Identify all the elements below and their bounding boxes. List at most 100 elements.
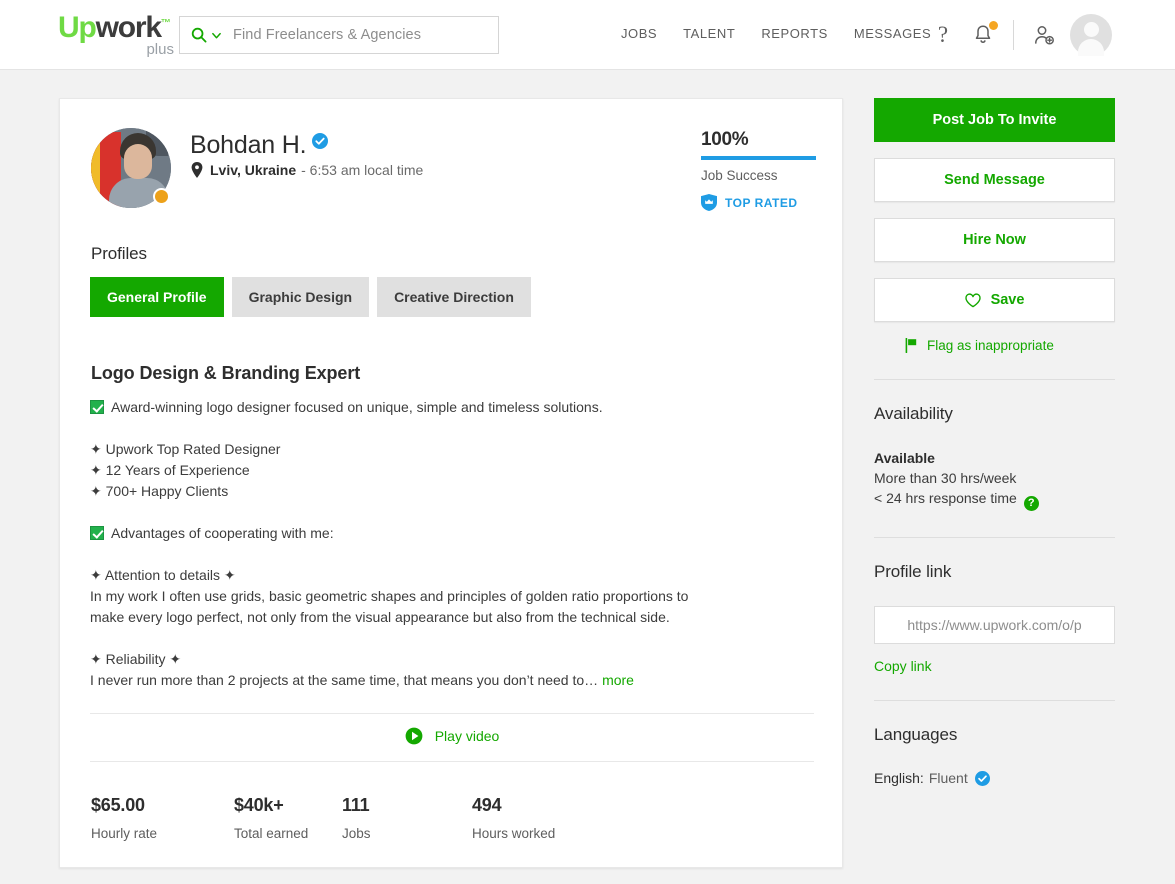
play-video-icon xyxy=(405,727,423,745)
heart-icon xyxy=(964,292,981,307)
sidebar-divider xyxy=(874,700,1115,701)
verified-badge-icon xyxy=(974,770,990,786)
nav-icon-group: ? xyxy=(930,14,1112,56)
availability-body: Available More than 30 hrs/week < 24 hrs… xyxy=(874,448,1115,511)
nav-link-reports[interactable]: REPORTS xyxy=(761,26,827,41)
upwork-logo[interactable]: Upwork™ plus xyxy=(58,9,176,59)
notifications-bell-icon[interactable] xyxy=(970,21,998,48)
description-sub1-body-b: make every logo perfect, not only from t… xyxy=(90,609,670,625)
divider-below-video xyxy=(90,761,814,762)
profile-card: Bohdan H. Lviv, Ukraine - 6:53 am local … xyxy=(59,98,843,868)
tab-creative-direction[interactable]: Creative Direction xyxy=(377,277,531,317)
profile-tabs: General Profile Graphic Design Creative … xyxy=(90,277,531,317)
stat-total-earned-label: Total earned xyxy=(234,826,309,841)
logo-wordmark: Upwork™ xyxy=(58,9,176,43)
nav-link-jobs[interactable]: JOBS xyxy=(621,26,657,41)
description-bullet-1: ✦ Upwork Top Rated Designer xyxy=(90,441,281,457)
online-status-indicator xyxy=(153,188,170,205)
play-video-button[interactable]: Play video xyxy=(60,727,844,745)
avatar-head-shape xyxy=(1083,22,1099,37)
sidebar: Post Job To Invite Send Message Hire Now… xyxy=(874,98,1115,786)
job-success-progress-bar xyxy=(701,156,816,160)
search-placeholder-text: Find Freelancers & Agencies xyxy=(233,27,422,43)
avatar-face-shape xyxy=(124,144,152,179)
top-rated-shield-icon xyxy=(701,194,717,211)
invite-person-icon[interactable] xyxy=(1031,22,1057,48)
description-sub2-title: ✦ Reliability ✦ xyxy=(90,651,182,667)
logo-work-text: work xyxy=(95,11,162,44)
flag-as-inappropriate-button[interactable]: Flag as inappropriate xyxy=(874,338,1115,353)
language-name: English: xyxy=(874,770,924,786)
tab-graphic-design[interactable]: Graphic Design xyxy=(231,277,370,317)
availability-response-time: < 24 hrs response time xyxy=(874,490,1017,506)
profile-headline: Logo Design & Branding Expert xyxy=(91,363,361,383)
chevron-down-icon[interactable] xyxy=(211,30,222,41)
save-button[interactable]: Save xyxy=(874,278,1115,322)
green-check-icon xyxy=(90,400,104,414)
languages-section-title: Languages xyxy=(874,725,958,744)
post-job-to-invite-button[interactable]: Post Job To Invite xyxy=(874,98,1115,142)
help-icon-glyph: ? xyxy=(937,22,949,47)
sidebar-divider xyxy=(874,537,1115,538)
location-text: Lviv, Ukraine xyxy=(210,162,297,178)
green-check-icon xyxy=(90,526,104,540)
nav-links: JOBS TALENT REPORTS MESSAGES xyxy=(621,26,931,41)
logo-trademark: ™ xyxy=(160,18,171,29)
profile-description: Award-winning logo designer focused on u… xyxy=(90,397,780,691)
logo-plus-text: plus xyxy=(146,41,174,58)
save-button-label: Save xyxy=(990,292,1025,308)
sidebar-divider xyxy=(874,379,1115,380)
top-navigation-bar: Upwork™ plus Find Freelancers & Agencies… xyxy=(0,0,1175,70)
stat-jobs-value: 111 xyxy=(342,795,370,815)
more-link[interactable]: more xyxy=(602,672,634,688)
stat-hours-worked-value: 494 xyxy=(472,795,502,815)
language-row: English: Fluent xyxy=(874,770,1115,786)
description-sub1-title: ✦ Attention to details ✦ xyxy=(90,567,236,583)
user-avatar[interactable] xyxy=(1070,14,1112,56)
freelancer-name: Bohdan H. xyxy=(190,131,307,159)
send-message-button[interactable]: Send Message xyxy=(874,158,1115,202)
nav-link-talent[interactable]: TALENT xyxy=(683,26,735,41)
description-line-1: Award-winning logo designer focused on u… xyxy=(90,397,780,418)
location-pin-icon xyxy=(191,162,203,178)
avatar-yellow-shape xyxy=(91,140,100,200)
stat-hours-worked-label: Hours worked xyxy=(472,826,556,841)
search-input[interactable]: Find Freelancers & Agencies xyxy=(179,16,499,54)
hire-now-button[interactable]: Hire Now xyxy=(874,218,1115,262)
availability-status: Available xyxy=(874,450,935,466)
copy-link-button[interactable]: Copy link xyxy=(874,658,1115,674)
description-bullet-3: ✦ 700+ Happy Clients xyxy=(90,483,229,499)
help-icon[interactable]: ? xyxy=(930,22,956,48)
stat-total-earned-value: $40k+ xyxy=(234,795,284,815)
availability-hours: More than 30 hrs/week xyxy=(874,470,1017,486)
location-row: Lviv, Ukraine - 6:53 am local time xyxy=(191,162,423,178)
page-title: Bohdan H. xyxy=(190,131,329,160)
local-time-text: - 6:53 am local time xyxy=(301,162,424,178)
job-success-block: 100% Job Success TOP RATED xyxy=(701,129,821,211)
profile-link-input[interactable]: https://www.upwork.com/o/p xyxy=(874,606,1115,644)
nav-link-messages[interactable]: MESSAGES xyxy=(854,26,931,41)
stat-hourly-rate: $65.00 Hourly rate xyxy=(91,795,234,841)
avatar-body-shape xyxy=(1078,39,1104,56)
tab-general-profile[interactable]: General Profile xyxy=(90,277,224,317)
nav-divider xyxy=(1013,20,1014,50)
description-bullet-2: ✦ 12 Years of Experience xyxy=(90,462,250,478)
notification-badge-dot xyxy=(989,21,998,30)
divider-above-video xyxy=(90,713,814,714)
stat-hours-worked: 494 Hours worked xyxy=(472,795,555,841)
top-rated-label: TOP RATED xyxy=(725,195,798,210)
stat-jobs: 111 Jobs xyxy=(342,795,472,841)
profile-link-section-title: Profile link xyxy=(874,562,952,581)
stat-total-earned: $40k+ Total earned xyxy=(234,795,342,841)
stat-hourly-rate-value: $65.00 xyxy=(91,795,145,815)
description-sub2-body: I never run more than 2 projects at the … xyxy=(90,670,780,691)
help-tooltip-icon[interactable]: ? xyxy=(1023,496,1039,511)
flag-icon xyxy=(905,338,917,353)
description-sub1-body-a: In my work I often use grids, basic geom… xyxy=(90,588,689,604)
stat-jobs-label: Jobs xyxy=(342,826,371,841)
job-success-percent: 100% xyxy=(701,129,749,150)
